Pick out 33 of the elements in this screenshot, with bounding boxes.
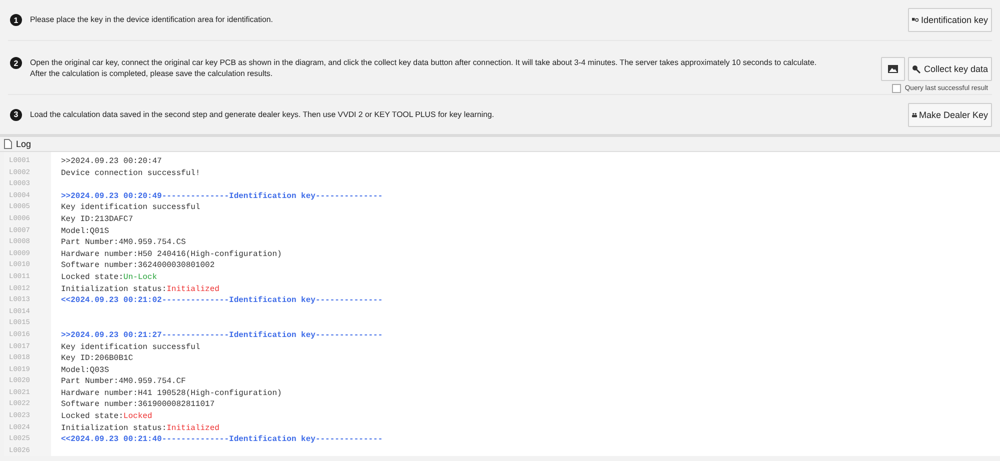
diagram-button[interactable] xyxy=(881,57,905,81)
log-line: <<2024.09.23 00:21:40--------------Identification key-------------- xyxy=(61,435,383,444)
log-line: Key ID:206B0B1C xyxy=(61,354,134,364)
log-line: >>2024.09.23 00:20:49--------------Identification key-------------- xyxy=(61,192,383,201)
step-number: 3 xyxy=(10,108,22,120)
document-icon xyxy=(4,139,12,149)
step-number: 1 xyxy=(10,14,22,26)
step-number: 2 xyxy=(10,57,22,69)
log-line: Hardware number:H50 240416(High-configuration) xyxy=(61,250,282,259)
log-title: Log xyxy=(16,139,32,149)
log-line: Model:Q01S xyxy=(61,226,110,236)
log-line: Key ID:213DAFC7 xyxy=(61,214,134,224)
log-line: >>2024.09.23 00:20:47 xyxy=(61,157,162,166)
log-line: Device connection successful! xyxy=(61,168,200,178)
log-line: Locked state:Un-Lock xyxy=(61,272,158,282)
log-line: Hardware number:H41 190528(High-configuration) xyxy=(61,388,282,398)
log-line: Model:Q03S xyxy=(61,366,110,375)
log-line: <<2024.09.23 00:21:02--------------Identification key-------------- xyxy=(61,296,383,306)
action-button[interactable]: Make Dealer Key xyxy=(908,102,992,126)
log-line: Part Number:4M0.959.754.CS xyxy=(61,238,186,248)
log-line: Key identification successful xyxy=(61,203,200,212)
log-line: Initialization status:Initialized xyxy=(61,424,220,433)
log-line: Part Number:4M0.959.754.CF xyxy=(61,377,186,386)
action-button[interactable]: Collect key data xyxy=(908,57,992,81)
action-button[interactable]: Identification key xyxy=(908,8,992,32)
log-line: Initialization status:Initialized xyxy=(61,284,220,294)
checkbox[interactable] xyxy=(892,84,901,93)
log-line: Locked state:Locked xyxy=(61,412,152,422)
log-line: >>2024.09.23 00:21:27--------------Identification key-------------- xyxy=(61,330,383,340)
log-line: Software number:3624000030801002 xyxy=(61,261,215,270)
image-icon xyxy=(888,65,898,73)
log-line: Software number:3619000082811017 xyxy=(61,400,215,410)
log-line: Key identification successful xyxy=(61,342,200,352)
